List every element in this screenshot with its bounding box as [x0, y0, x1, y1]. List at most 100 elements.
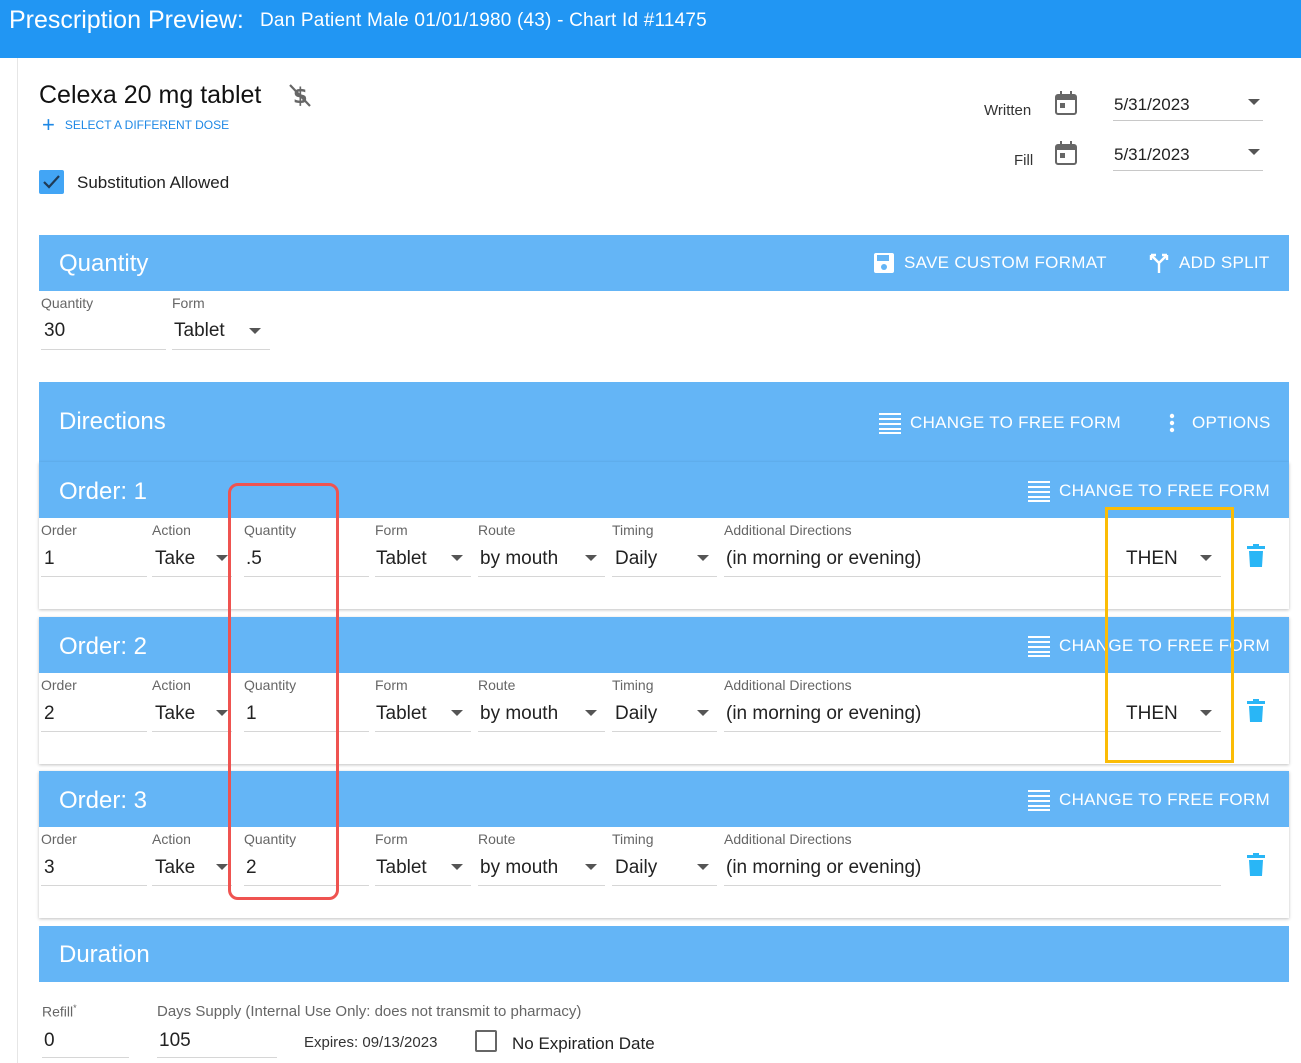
duration-section-title: Duration — [59, 941, 150, 968]
underline — [152, 885, 232, 886]
page-title: Prescription Preview: — [9, 6, 244, 34]
underline — [375, 731, 471, 732]
options-button[interactable]: OPTIONS — [1164, 412, 1271, 434]
split-icon — [1149, 253, 1169, 273]
refill-input[interactable]: 0 — [44, 1030, 55, 1052]
caret-down-icon — [249, 328, 261, 334]
timing-label: Timing — [612, 522, 654, 538]
underline — [478, 731, 605, 732]
trash-icon[interactable] — [1247, 544, 1265, 568]
app-header: Prescription Preview: Dan Patient Male 0… — [0, 0, 1301, 58]
underline — [375, 885, 471, 886]
order-card-2: Order: 2 CHANGE TO FREE FORM Order Actio… — [39, 617, 1289, 764]
fill-date-field[interactable]: 5/31/2023 — [1113, 140, 1263, 171]
trash-icon[interactable] — [1247, 853, 1265, 877]
timing-select[interactable]: Daily — [615, 703, 657, 725]
no-expiration-checkbox[interactable] — [475, 1030, 497, 1052]
underline — [724, 885, 1221, 886]
caret-down-icon — [585, 864, 597, 870]
more-vert-icon — [1169, 413, 1175, 433]
underline — [41, 731, 147, 732]
connector-highlight-box — [1105, 507, 1234, 763]
order-number-input[interactable]: 2 — [44, 703, 55, 725]
select-dose-label: SELECT A DIFFERENT DOSE — [64, 118, 230, 132]
order-header-3: Order: 3 CHANGE TO FREE FORM — [39, 771, 1289, 827]
directions-free-form-button[interactable]: CHANGE TO FREE FORM — [879, 412, 1121, 434]
order-title-2: Order: 2 — [59, 633, 148, 660]
action-select[interactable]: Take — [155, 857, 195, 879]
days-supply-label: Days Supply (Internal Use Only: does not… — [157, 1003, 582, 1020]
written-date-value: 5/31/2023 — [1114, 95, 1190, 114]
caret-down-icon — [1248, 149, 1260, 155]
order-number-input[interactable]: 1 — [44, 548, 55, 570]
action-select[interactable]: Take — [155, 548, 195, 570]
form-select[interactable]: Tablet — [174, 320, 225, 342]
fill-label: Fill — [1014, 152, 1034, 169]
action-label: Action — [152, 522, 191, 538]
underline — [41, 885, 147, 886]
caret-down-icon — [1248, 99, 1260, 105]
order-card-3: Order: 3 CHANGE TO FREE FORM Order Actio… — [39, 771, 1289, 918]
caret-down-icon — [585, 710, 597, 716]
caret-down-icon — [216, 555, 228, 561]
caret-down-icon — [451, 710, 463, 716]
underline — [157, 1057, 277, 1058]
order-label: Order — [41, 831, 77, 847]
underline — [152, 731, 232, 732]
list-icon — [1028, 636, 1050, 657]
quantity-label: Quantity — [41, 295, 94, 311]
route-select[interactable]: by mouth — [480, 548, 558, 570]
additional-directions-input[interactable]: (in morning or evening) — [726, 548, 921, 570]
check-icon — [43, 175, 60, 189]
caret-down-icon — [697, 555, 709, 561]
form-label: Form — [375, 831, 408, 847]
additional-directions-label: Additional Directions — [724, 831, 852, 847]
save-icon — [874, 253, 894, 273]
additional-directions-label: Additional Directions — [724, 522, 852, 538]
order-1-free-form-button[interactable]: CHANGE TO FREE FORM — [1028, 480, 1270, 502]
form-label: Form — [375, 522, 408, 538]
trash-icon[interactable] — [1247, 699, 1265, 723]
order-header-2: Order: 2 CHANGE TO FREE FORM — [39, 617, 1289, 673]
divider — [17, 58, 18, 1063]
list-icon — [1028, 790, 1050, 811]
underline — [41, 576, 147, 577]
route-select[interactable]: by mouth — [480, 857, 558, 879]
add-split-button[interactable]: ADD SPLIT — [1148, 252, 1270, 274]
form-select[interactable]: Tablet — [376, 857, 427, 879]
route-label: Route — [478, 831, 516, 847]
underline — [375, 576, 471, 577]
select-dose-link[interactable]: + SELECT A DIFFERENT DOSE — [42, 114, 230, 136]
additional-directions-label: Additional Directions — [724, 677, 852, 693]
timing-select[interactable]: Daily — [615, 857, 657, 879]
days-supply-input[interactable]: 105 — [159, 1030, 191, 1052]
caret-down-icon — [216, 710, 228, 716]
form-select[interactable]: Tablet — [376, 548, 427, 570]
list-icon — [1028, 481, 1050, 502]
order-number-input[interactable]: 3 — [44, 857, 55, 879]
drug-name: Celexa 20 mg tablet — [39, 81, 262, 109]
substitution-checkbox[interactable] — [39, 170, 64, 194]
action-select[interactable]: Take — [155, 703, 195, 725]
fill-date-value: 5/31/2023 — [1114, 145, 1190, 164]
underline — [612, 885, 717, 886]
timing-select[interactable]: Daily — [615, 548, 657, 570]
calendar-icon[interactable] — [1055, 141, 1077, 165]
additional-directions-input[interactable]: (in morning or evening) — [726, 857, 921, 879]
no-expiration-label: No Expiration Date — [512, 1034, 655, 1053]
order-card-1: Order: 1 CHANGE TO FREE FORM Order Actio… — [39, 462, 1289, 609]
money-off-icon[interactable]: $ — [288, 82, 312, 108]
form-select[interactable]: Tablet — [376, 703, 427, 725]
additional-directions-input[interactable]: (in morning or evening) — [726, 703, 921, 725]
order-3-free-form-button[interactable]: CHANGE TO FREE FORM — [1028, 789, 1270, 811]
caret-down-icon — [451, 864, 463, 870]
written-date-field[interactable]: 5/31/2023 — [1113, 90, 1263, 121]
route-label: Route — [478, 677, 516, 693]
save-custom-format-button[interactable]: SAVE CUSTOM FORMAT — [873, 252, 1107, 274]
calendar-icon[interactable] — [1055, 91, 1077, 115]
underline — [152, 576, 232, 577]
quantity-input[interactable]: 30 — [44, 320, 65, 342]
route-select[interactable]: by mouth — [480, 703, 558, 725]
form-underline — [172, 349, 270, 350]
action-label: Action — [152, 677, 191, 693]
